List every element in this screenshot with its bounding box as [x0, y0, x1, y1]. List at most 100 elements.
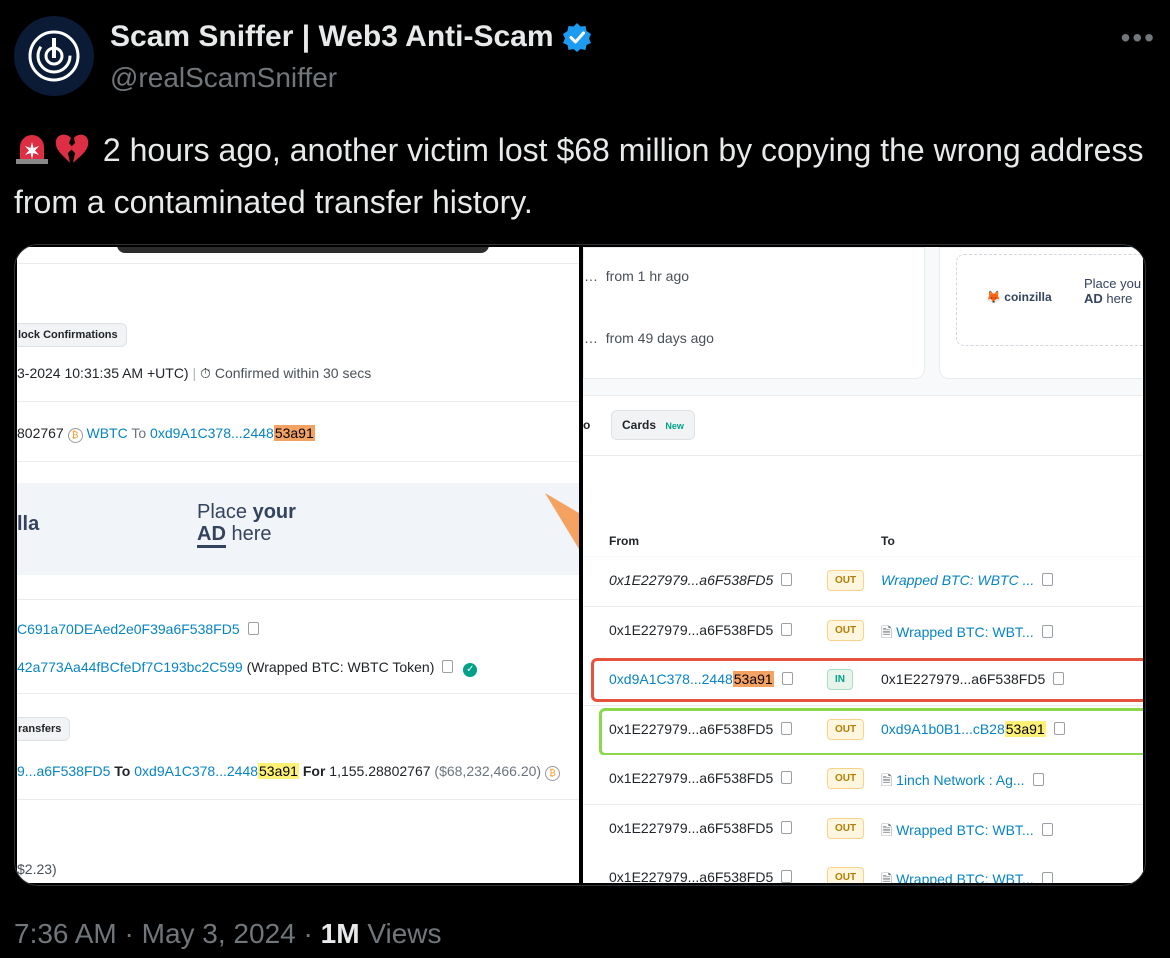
for-amount: 1,155.28802767 [329, 763, 431, 779]
copy-icon[interactable] [781, 771, 793, 784]
table-row: 0x1E227979...a6F538FD5 OUT 🗎 1inch Network… [583, 755, 1143, 805]
tweet-time[interactable]: 7:36 AM [14, 918, 117, 949]
tx-timestamp: 3-2024 10:31:35 AM +UTC) [17, 365, 189, 381]
to-address-link[interactable]: 🗎 1inch Network : Ag... [881, 770, 1044, 794]
transfer-from-link[interactable]: 9...a6F538FD5 [17, 763, 110, 779]
verified-badge-icon [562, 23, 591, 52]
contract-name: (Wrapped BTC: WBTC Token) [246, 659, 435, 675]
wbtc-coin-icon: ₿ [544, 766, 560, 781]
tab-bar: o Cards New [583, 395, 1143, 456]
table-header-area: From To [583, 455, 1143, 556]
wbtc-coin-icon: ₿ [67, 428, 83, 443]
direction-badge: OUT [827, 768, 865, 789]
tweet-header: Scam Sniffer | Web3 Anti-Scam @realScamS… [14, 16, 1156, 100]
tab-cards[interactable]: Cards New [611, 410, 695, 440]
author-display-name[interactable]: Scam Sniffer | Web3 Anti-Scam [110, 20, 554, 54]
for-label: For [302, 763, 326, 779]
token-link[interactable]: WBTC [87, 425, 128, 441]
copy-icon[interactable] [1042, 573, 1054, 586]
tweet-text: 2 hours ago, another victim lost $68 mil… [14, 126, 1144, 226]
from-address-link[interactable]: C691a70DEAed2e0F39a6F538FD5 [17, 621, 240, 637]
from-address[interactable]: 0x1E227979...a6F538FD5 [609, 622, 793, 638]
copy-icon[interactable] [247, 622, 259, 635]
scamsniffer-logo-icon [28, 30, 80, 82]
table-row: 0x1E227979...a6F538FD5 OUT 🗎 Wrapped BTC: … [583, 854, 1143, 883]
ad-line2-bold: AD [1084, 291, 1103, 306]
coinzilla-logo: 🦊 coinzilla [986, 290, 1052, 304]
poisoned-address-highlight-red [591, 658, 1143, 702]
to-address-link[interactable]: 0xd9A1C378...244853a91 [150, 425, 315, 441]
to-address-link[interactable]: Wrapped BTC: WBTC ... [881, 572, 1054, 588]
contract-doc-icon: 🗎 [881, 772, 897, 788]
from-address[interactable]: 0x1E227979...a6F538FD5 [609, 820, 793, 836]
usd-value: ($68,232,466.20) [434, 763, 542, 779]
tweet-footer: 7:36 AM · May 3, 2024 · 1M Views [14, 918, 442, 949]
right-screenshot: … from 1 hr ago … from 49 days ago 🦊 coi… [583, 247, 1143, 883]
copy-icon[interactable] [781, 622, 793, 636]
to-address-link[interactable]: 🗎 Wrapped BTC: WBT... [881, 869, 1053, 883]
left-screenshot: lock Confirmations 3-2024 10:31:35 AM +U… [17, 247, 579, 883]
pane-divider [579, 245, 583, 885]
direction-badge: OUT [827, 570, 865, 591]
ad-line2: here [225, 523, 272, 545]
contract-doc-icon: 🗎 [881, 623, 897, 640]
tab-partial[interactable]: o [583, 418, 590, 432]
ad-brand: lla [17, 513, 40, 535]
confirmed-text: Confirmed within 30 secs [214, 365, 372, 381]
ad-banner[interactable]: lla Place your AD here [17, 483, 579, 575]
copy-icon[interactable] [1041, 872, 1053, 883]
transfer-to-label: To [114, 763, 131, 779]
copy-icon[interactable] [781, 820, 793, 834]
from-address[interactable]: 0x1E227979...a6F538FD5 [609, 572, 793, 588]
ad-line1-bold: your [252, 501, 296, 523]
real-address-highlight-green [599, 707, 1143, 756]
block-confirmations-pill: lock Confirmations [17, 323, 127, 347]
transfer-to-link[interactable]: 0xd9A1C378...244853a91 [134, 763, 299, 779]
ad-card[interactable]: 🦊 coinzilla Place you AD here [939, 247, 1143, 379]
copy-icon[interactable] [1041, 624, 1053, 638]
verified-check-icon: ✓ [463, 663, 478, 677]
copy-icon[interactable] [1032, 773, 1044, 786]
ad-line1: Place [197, 501, 253, 523]
table-row: 0x1E227979...a6F538FD5 OUT Wrapped BTC: WB… [583, 557, 1143, 607]
transfers-pill: ransfers [17, 717, 71, 741]
tweet-body: 2 hours ago, another victim lost $68 mil… [14, 132, 1144, 220]
col-from: From [609, 534, 639, 548]
rotating-light-icon [14, 130, 50, 178]
tweet-image[interactable]: lock Confirmations 3-2024 10:31:35 AM +U… [14, 244, 1146, 886]
copy-icon[interactable] [442, 660, 454, 673]
to-label: To [131, 425, 147, 441]
ad-line1: Place you [1084, 276, 1142, 291]
direction-badge: OUT [827, 867, 865, 883]
tweet-date[interactable]: May 3, 2024 [142, 918, 296, 949]
from-49d-text: from 49 days ago [605, 330, 714, 346]
ad-arrow-icon [545, 493, 579, 549]
col-to: To [881, 534, 895, 548]
copy-icon[interactable] [781, 870, 793, 883]
contract-doc-icon: 🗎 [881, 821, 897, 838]
from-address[interactable]: 0x1E227979...a6F538FD5 [609, 869, 793, 883]
more-options-icon[interactable]: ••• [1121, 22, 1156, 54]
ad-line2-bold: AD [197, 523, 226, 548]
direction-badge: OUT [827, 619, 865, 641]
table-row: 0x1E227979...a6F538FD5 OUT 🗎 Wrapped BTC: … [583, 804, 1143, 855]
copy-icon[interactable] [1041, 822, 1053, 836]
broken-heart-icon [54, 130, 90, 178]
to-address-link[interactable]: 🗎 Wrapped BTC: WBT... [881, 820, 1053, 844]
to-address-link[interactable]: 🗎 Wrapped BTC: WBT... [881, 622, 1053, 646]
author-handle[interactable]: @realScamSniffer [110, 62, 592, 94]
from-1hr-text: from 1 hr ago [605, 268, 690, 284]
views-count: 1M [320, 918, 360, 949]
contract-doc-icon: 🗎 [881, 871, 897, 883]
from-address[interactable]: 0x1E227979...a6F538FD5 [609, 770, 793, 786]
direction-badge: OUT [827, 817, 865, 839]
copy-icon[interactable] [781, 573, 793, 586]
ad-line2: here [1102, 291, 1133, 306]
transfer-amount: 802767 [17, 425, 64, 441]
contract-address-link[interactable]: 42a773Aa44fBCfeDf7C193bc2C599 [17, 659, 243, 675]
bottom-value: $2.23) [17, 861, 57, 877]
views-label: Views [367, 918, 442, 949]
new-badge: New [665, 421, 684, 431]
table-row: 0x1E227979...a6F538FD5 OUT 🗎 Wrapped BTC: … [583, 606, 1143, 657]
avatar[interactable] [14, 16, 94, 96]
